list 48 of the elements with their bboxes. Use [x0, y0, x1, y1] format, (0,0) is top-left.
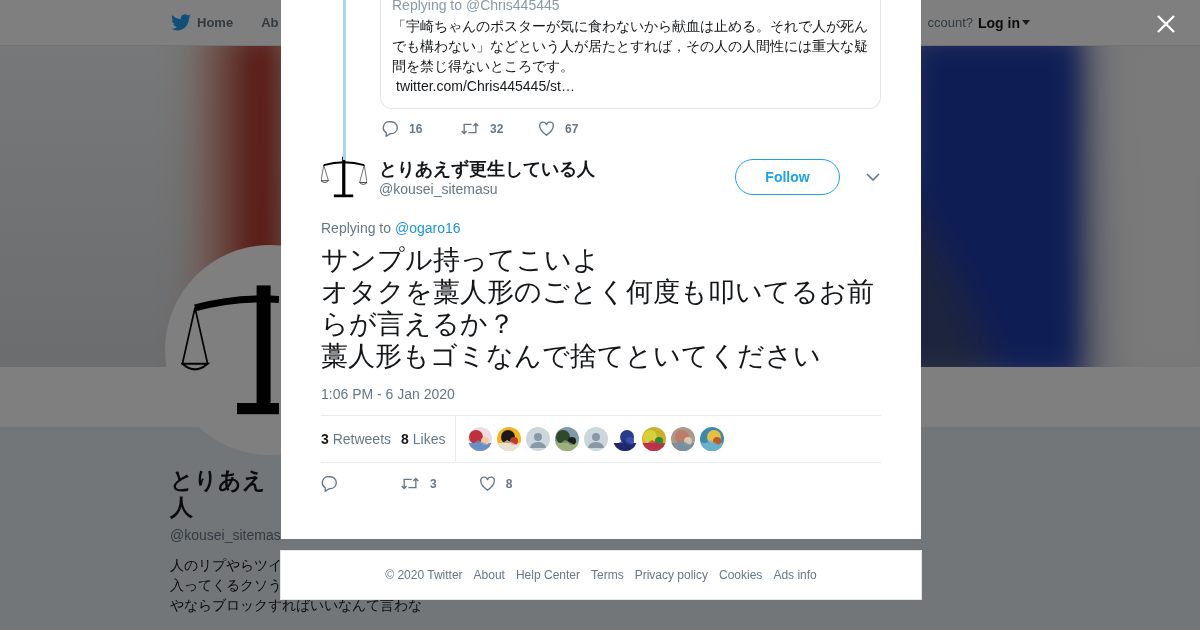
- footer-link[interactable]: © 2020 Twitter: [385, 568, 463, 582]
- nav-link[interactable]: Home: [171, 14, 234, 31]
- bio-text: 入ってくるクソう: [170, 576, 282, 595]
- login-link[interactable]: Log in: [978, 14, 1030, 31]
- nav-link[interactable]: Ab: [261, 15, 279, 30]
- like-button[interactable]: 67: [538, 120, 596, 137]
- replying-to: Replying to @ogaro16: [321, 220, 462, 236]
- footer-link[interactable]: Ads info: [773, 568, 817, 582]
- retweet-icon: [460, 120, 480, 137]
- retweet-button[interactable]: 32: [460, 120, 518, 137]
- heart-icon: [478, 475, 496, 492]
- footer-link[interactable]: Help Center: [515, 568, 580, 582]
- tweet-text: サンプル持ってこいよ: [321, 244, 601, 276]
- tweet-time: 1:06 PM - 6 Jan 2020: [321, 386, 456, 402]
- like-button[interactable]: 8: [478, 475, 513, 492]
- bird-icon: [171, 14, 191, 31]
- tweet-text: 藁人形もゴミなんで捨てといてください: [321, 340, 822, 372]
- footer-link[interactable]: Terms: [591, 568, 624, 582]
- follow-button[interactable]: Follow: [735, 159, 840, 195]
- replying-to: Replying to @Chris445445: [392, 0, 561, 15]
- reply-button[interactable]: 16: [382, 120, 440, 137]
- tweet-text: オタクを藁人形のごとく何度も叩いてるお前らが言えるか？: [321, 276, 875, 340]
- bio-text: 人のリプやらツイ: [170, 556, 282, 575]
- profile-name: 人: [170, 494, 193, 521]
- profile-handle: @kousei_sitemas: [170, 527, 281, 543]
- mention-link[interactable]: @ogaro16: [394, 220, 461, 236]
- tweet-link[interactable]: twitter.com/Chris445445/st…: [396, 76, 869, 96]
- footer-link[interactable]: About: [473, 568, 505, 582]
- reply-icon[interactable]: [321, 475, 338, 492]
- scale-icon: [321, 154, 367, 200]
- user-handle[interactable]: @kousei_sitemasu: [379, 181, 723, 197]
- account-prompt: ccount?: [927, 15, 973, 30]
- chevron-icon[interactable]: [866, 173, 880, 181]
- like-count[interactable]: 8 Likes: [401, 431, 446, 447]
- retweet-count[interactable]: 3 Retweets: [321, 431, 392, 447]
- reply-icon: [382, 120, 399, 137]
- footer-link[interactable]: Privacy policy: [634, 568, 708, 582]
- footer-link[interactable]: Cookies: [719, 568, 763, 582]
- bio-text: やならブロックすればいいなんて言わな: [170, 596, 422, 615]
- heart-icon: [538, 120, 555, 137]
- mention-link[interactable]: @Chris445445: [465, 0, 560, 13]
- close-icon[interactable]: [1157, 15, 1175, 33]
- user-name[interactable]: とりあえず更生している人: [379, 157, 723, 181]
- retweet-icon: [400, 475, 420, 492]
- tweet-text: 「宇崎ちゃんのポスターが気に食わないから献血は止める。それで人が死んでも構わない」などという人が居たとすれば，その人の人間性には重大な疑問を禁じ得ないところです。: [392, 17, 869, 76]
- retweet-button[interactable]: 3: [400, 475, 437, 492]
- profile-name: とりあえ: [170, 467, 266, 494]
- caret-icon: [1022, 20, 1030, 25]
